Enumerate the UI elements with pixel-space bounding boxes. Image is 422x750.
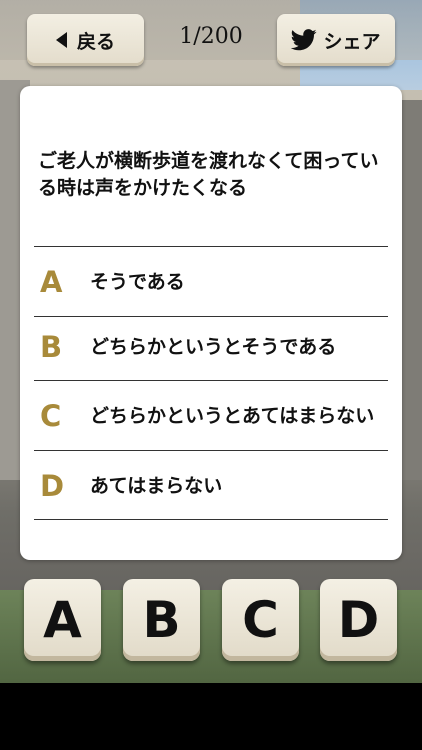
question-card: ご老人が横断歩道を渡れなくて困っている時は声をかけたくなる A そうである B … (20, 86, 402, 560)
answer-b-button[interactable]: B (123, 579, 200, 661)
divider (34, 246, 388, 247)
divider (34, 380, 388, 381)
option-a[interactable]: A そうである (34, 248, 388, 316)
option-text: そうである (90, 271, 185, 293)
answer-d-button[interactable]: D (320, 579, 397, 661)
quiz-screen: 戻る 1/200 シェア ご老人が横断歩道を渡れなくて困っている時は声をかけたく… (0, 0, 422, 750)
option-text: あてはまらない (90, 475, 223, 497)
share-button-label: シェア (323, 30, 381, 53)
option-letter: B (40, 330, 63, 364)
question-text: ご老人が横断歩道を渡れなくて困っている時は声をかけたくなる (38, 150, 379, 199)
divider (34, 450, 388, 451)
option-text: どちらかというとそうである (90, 336, 337, 358)
divider (34, 519, 388, 520)
answer-c-button[interactable]: C (222, 579, 299, 661)
back-triangle-icon (55, 32, 67, 48)
option-letter: A (40, 265, 63, 299)
back-button[interactable]: 戻る (27, 14, 144, 66)
option-d[interactable]: D あてはまらない (34, 452, 388, 520)
option-b[interactable]: B どちらかというとそうである (34, 313, 388, 381)
option-c[interactable]: C どちらかというとあてはまらない (34, 382, 388, 450)
twitter-bird-icon (291, 29, 318, 51)
option-letter: C (40, 399, 62, 433)
back-button-label: 戻る (76, 30, 115, 53)
option-text: どちらかというとあてはまらない (90, 405, 375, 427)
question-counter: 1/200 (179, 24, 243, 49)
share-button[interactable]: シェア (277, 14, 395, 66)
answer-a-button[interactable]: A (24, 579, 101, 661)
option-letter: D (40, 469, 65, 503)
